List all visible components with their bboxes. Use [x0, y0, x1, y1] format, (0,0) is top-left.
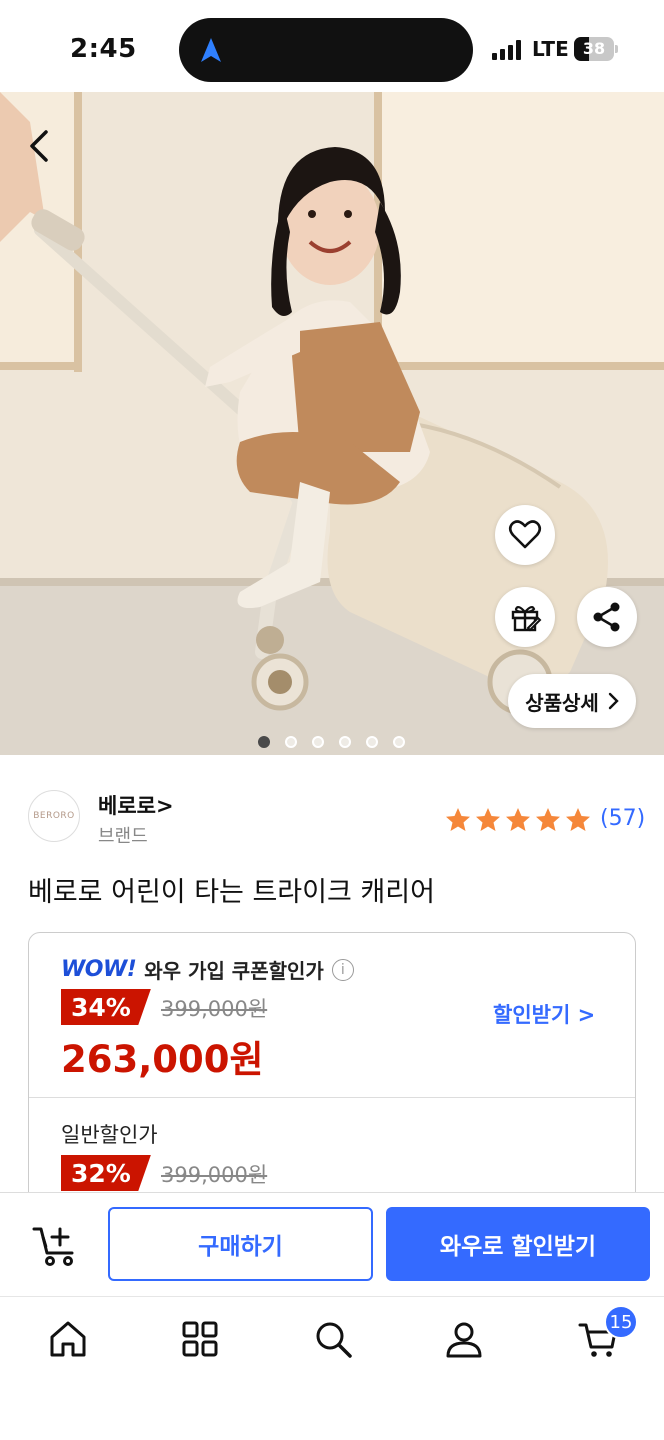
brand-name-link[interactable]: 베로로> — [98, 790, 174, 820]
get-coupon-link[interactable]: 할인받기 > — [493, 999, 595, 1029]
carousel-dot[interactable] — [393, 736, 405, 748]
dynamic-island — [179, 18, 473, 82]
brand-logo[interactable]: BERORO — [28, 790, 80, 842]
carousel-dot[interactable] — [258, 736, 270, 748]
battery-level: 38 — [582, 39, 606, 58]
wow-discount-badge: 34% — [61, 989, 151, 1025]
heart-icon — [508, 520, 542, 549]
carousel-indicator — [258, 736, 405, 748]
product-image-carousel[interactable]: 상품상세 — [0, 92, 664, 755]
category-icon[interactable] — [180, 1319, 220, 1359]
price-divider — [29, 1097, 635, 1098]
wishlist-button[interactable] — [495, 505, 555, 565]
status-time: 2:45 — [70, 34, 137, 64]
product-detail-label: 상품상세 — [525, 690, 599, 715]
add-to-cart-icon[interactable] — [32, 1221, 80, 1269]
battery-tip — [615, 45, 618, 53]
brand-subtitle: 브랜드 — [98, 826, 148, 847]
star-rating-icon — [446, 808, 590, 831]
gift-icon — [511, 605, 542, 632]
carousel-dot[interactable] — [366, 736, 378, 748]
rating-stars[interactable] — [444, 806, 594, 834]
share-button[interactable] — [577, 587, 637, 647]
wow-price-label: 와우 가입 쿠폰할인가 — [144, 959, 324, 983]
brand-chevron: > — [155, 794, 174, 818]
back-icon[interactable] — [16, 122, 64, 170]
signal-icon — [492, 40, 521, 60]
price-card: WOW! 와우 가입 쿠폰할인가 i 34% 399,000원 263,000원… — [28, 932, 636, 1232]
status-bar: 2:45 LTE 38 — [0, 0, 664, 92]
carousel-dot[interactable] — [285, 736, 297, 748]
product-photo — [0, 92, 664, 755]
wow-original-price: 399,000원 — [161, 997, 268, 1021]
battery-icon: 38 — [574, 37, 614, 61]
account-icon[interactable] — [444, 1319, 484, 1359]
get-coupon-label: 할인받기 — [493, 1003, 571, 1027]
normal-discount-badge: 32% — [61, 1155, 151, 1191]
cart-count-badge: 15 — [604, 1305, 638, 1339]
get-coupon-chevron: > — [577, 1003, 596, 1027]
wow-discount-buy-button[interactable]: 와우로 할인받기 — [386, 1207, 650, 1281]
product-detail-button[interactable]: 상품상세 — [508, 674, 636, 728]
wow-logo: WOW! — [61, 957, 137, 982]
carousel-dot[interactable] — [339, 736, 351, 748]
search-icon[interactable] — [313, 1319, 353, 1359]
review-count[interactable]: (57) — [600, 806, 645, 831]
home-icon[interactable] — [48, 1319, 88, 1359]
normal-original-price: 399,000원 — [161, 1163, 268, 1187]
navigation-arrow-icon — [201, 38, 221, 62]
wow-final-price: 263,000원 — [61, 1038, 264, 1081]
product-title: 베로로 어린이 타는 트라이크 캐리어 — [28, 877, 435, 908]
gift-button[interactable] — [495, 587, 555, 647]
wow-price-header: WOW! 와우 가입 쿠폰할인가 i — [61, 955, 354, 984]
network-type: LTE — [532, 37, 569, 61]
chevron-right-icon — [608, 692, 619, 710]
share-icon — [593, 602, 620, 632]
carousel-dot[interactable] — [312, 736, 324, 748]
purchase-action-bar: 구매하기 와우로 할인받기 — [0, 1192, 664, 1296]
normal-price-label: 일반할인가 — [61, 1123, 158, 1147]
info-icon[interactable]: i — [331, 958, 354, 981]
buy-now-button[interactable]: 구매하기 — [108, 1207, 373, 1281]
bottom-navigation: 15 — [0, 1296, 664, 1440]
brand-name: 베로로 — [98, 794, 156, 818]
